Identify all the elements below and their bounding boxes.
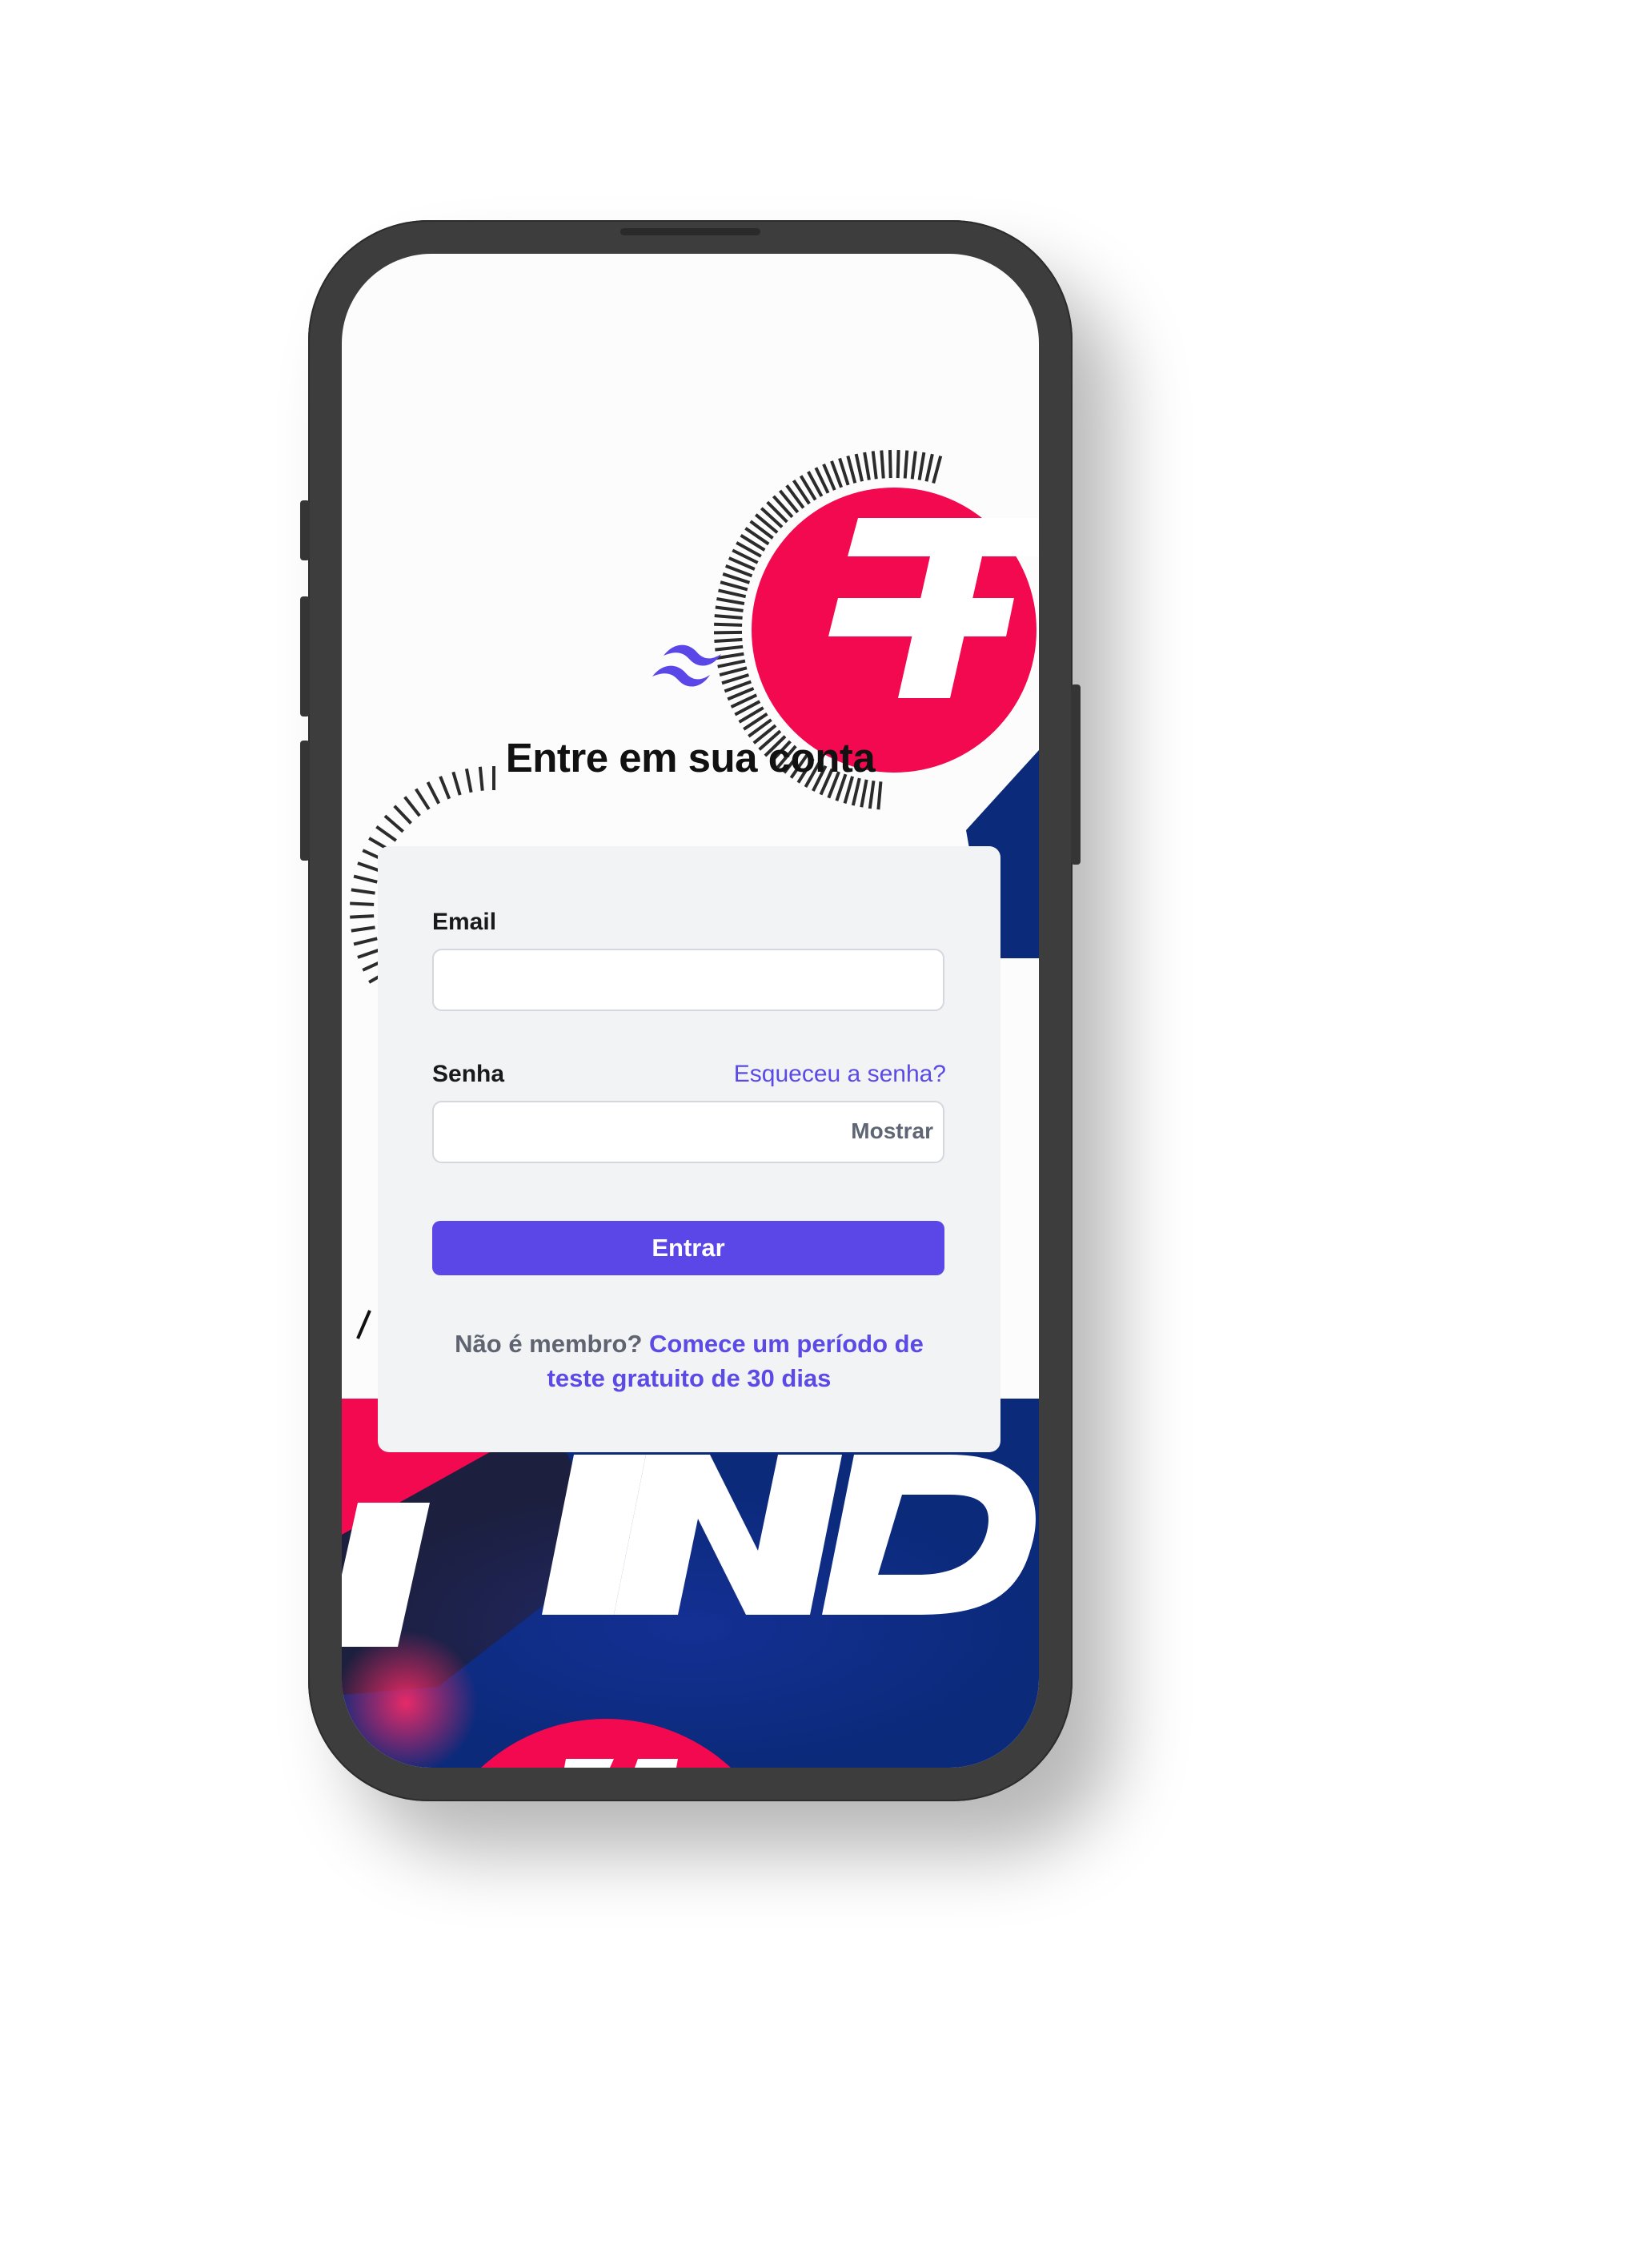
tick-mark [760,507,784,528]
tick-mark [868,781,876,809]
tick-mark [403,796,421,817]
tick-mark [871,451,878,480]
phone-power-button [1071,684,1081,865]
tick-mark [350,914,375,919]
tailwind-logo-icon [652,644,721,687]
forgot-password-link[interactable]: Esqueceu a senha? [734,1061,946,1088]
tick-mark [713,630,743,635]
tick-mark [351,888,375,895]
tick-mark [924,453,934,482]
tick-mark [375,825,397,842]
tick-mark [860,779,868,808]
tick-mark [863,452,871,480]
phone-mockup: Entre em sua conta Email Senha Esqueceu … [300,220,1081,1801]
tick-mark [876,781,883,810]
tick-mark [383,814,404,833]
tick-mark [351,925,375,933]
phone-volume-up-button [300,596,310,717]
tick-mark [910,451,917,480]
tick-mark [353,937,378,946]
email-label: Email [432,909,497,935]
tick-mark [854,453,864,482]
login-card: Email Senha Esqueceu a senha? Mostrar En… [378,846,1000,1452]
submit-button[interactable]: Entrar [432,1221,944,1275]
tick-mark [754,513,779,534]
tick-mark [838,457,850,486]
phone-silent-switch [300,500,310,560]
tick-mark [714,622,743,627]
tick-mark [880,450,885,479]
phone-speaker [620,228,760,235]
signup-prompt: Não é membro? Comece um período de teste… [426,1327,952,1395]
tick-mark [393,805,412,825]
tick-mark [778,489,800,514]
tick-mark [720,580,748,592]
tick-mark [917,452,926,480]
tick-mark [415,788,431,810]
tick-mark [766,500,788,524]
email-input[interactable] [432,949,944,1011]
page-title: Entre em sua conta [505,735,876,781]
tick-mark [715,605,744,612]
tick-mark [851,777,861,806]
tick-mark [716,596,745,605]
tick-mark [932,456,943,484]
tick-mark [353,874,378,884]
phone-screen: Entre em sua conta Email Senha Esqueceu … [342,254,1039,1768]
tick-mark [772,495,794,519]
show-password-toggle[interactable]: Mostrar [851,1118,933,1144]
tick-mark [846,456,857,484]
tick-mark [896,450,900,479]
tick-mark [722,572,751,584]
phone-volume-down-button [300,741,310,861]
tick-mark [718,588,747,599]
tick-mark [350,901,375,906]
password-label: Senha [432,1061,505,1087]
not-member-text: Não é membro? [455,1330,643,1358]
tick-mark [426,781,441,805]
tick-mark [357,948,381,959]
tick-mark [903,450,909,479]
tick-mark [357,861,381,873]
tick-mark [888,450,892,479]
tick-mark [714,614,743,620]
